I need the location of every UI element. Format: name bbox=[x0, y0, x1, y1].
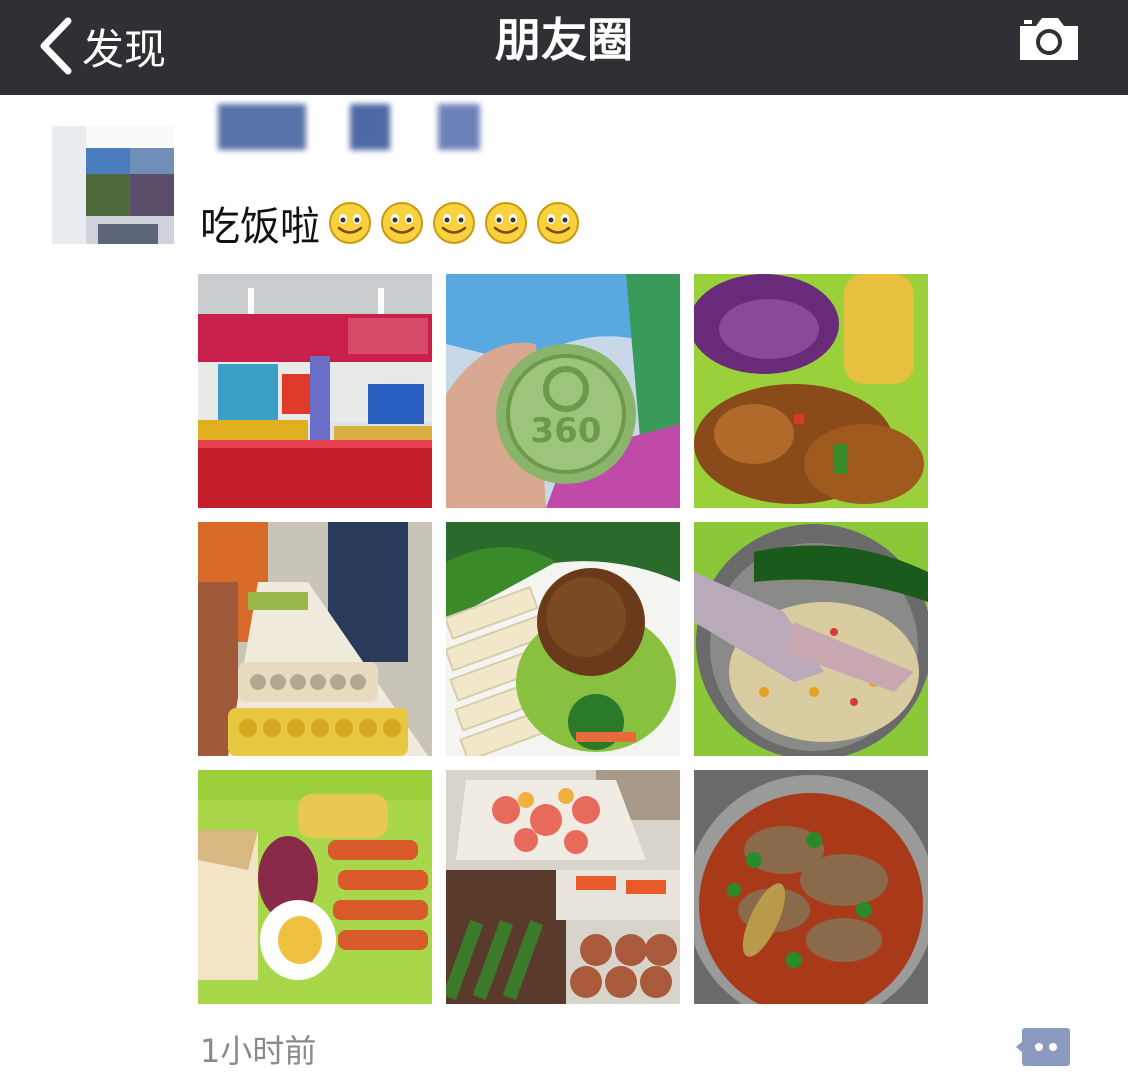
smiley-face-icon bbox=[433, 202, 475, 244]
post-text: 吃饭啦 bbox=[200, 196, 580, 250]
smiley-face-icon bbox=[381, 202, 423, 244]
username-blurred[interactable] bbox=[218, 104, 528, 150]
photo-grid: 360 bbox=[198, 274, 928, 1004]
post-time: 1小时前 bbox=[200, 1032, 317, 1070]
smiley-face-icon bbox=[485, 202, 527, 244]
svg-text:360: 360 bbox=[531, 411, 602, 451]
photo-360-mooncake[interactable]: 360 bbox=[446, 274, 680, 508]
photo-meatball-plate[interactable] bbox=[446, 522, 680, 756]
smiley-face-icon bbox=[537, 202, 579, 244]
comment-menu-icon[interactable] bbox=[1016, 1026, 1072, 1068]
camera-icon[interactable] bbox=[1018, 14, 1080, 62]
top-nav-bar: 发现 朋友圈 bbox=[0, 0, 1128, 95]
smiley-face-icon bbox=[329, 202, 371, 244]
photo-banquet-hall[interactable] bbox=[198, 274, 432, 508]
page-title: 朋友圈 bbox=[495, 13, 633, 67]
avatar[interactable] bbox=[52, 126, 174, 244]
photo-stew-pot[interactable] bbox=[694, 770, 928, 1004]
photo-cabbage-chicken[interactable] bbox=[694, 274, 928, 508]
photo-fried-rice-bowl[interactable] bbox=[694, 522, 928, 756]
photo-buffet-table[interactable] bbox=[198, 522, 432, 756]
post-text-label: 吃饭啦 bbox=[200, 204, 320, 250]
photo-breakfast-tray[interactable] bbox=[198, 770, 432, 1004]
photo-buffet-platters[interactable] bbox=[446, 770, 680, 1004]
